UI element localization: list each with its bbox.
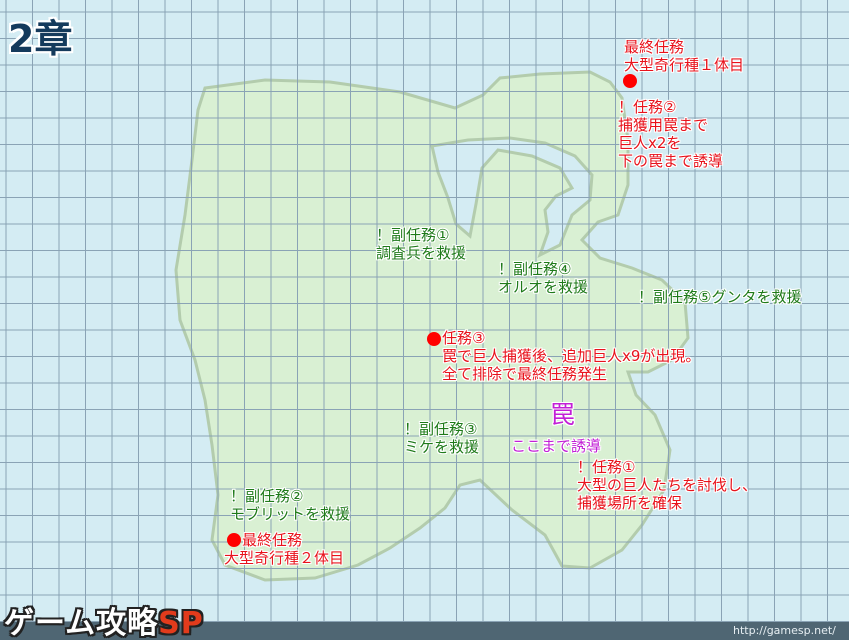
mission-2-label: ！任務② 捕獲用罠まで 巨人x2を 下の罠まで誘導 [618,98,724,170]
sub-mission-3-label: ！副任務③ ミケを救援 [404,420,480,456]
sub-mission-1-label: ！副任務① 調査兵を救援 [376,226,467,262]
sub-mission-5-label: ！副任務⑤グンタを救援 [638,288,802,306]
final-mission-2-label: 最終任務 大型奇行種２体目 [224,531,345,567]
map-stage: { "title": "2章", "logo": {"main": "ゲーム攻略… [0,0,849,640]
logo-accent: SP [158,606,204,640]
site-logo[interactable]: ゲーム攻略SP [4,598,204,640]
sub-mission-2-label: ！副任務② モブリットを救援 [230,487,351,523]
site-url[interactable]: http://gamesp.net/ [733,624,836,637]
mission-3-marker [427,332,441,346]
final-mission-1-label: 最終任務 大型奇行種１体目 [624,38,745,74]
final-mission-1-marker [623,74,637,88]
trap-label: ここまで誘導 [511,437,602,455]
mission-3-label: 任務③ 罠で巨人捕獲後、追加巨人x9が出現。 全て排除で最終任務発生 [442,329,701,383]
sub-mission-4-label: ！副任務④ オルオを救援 [498,260,589,296]
island-map [0,0,849,640]
chapter-title: 2章 [8,17,73,61]
logo-main: ゲーム攻略 [4,606,159,640]
mission-1-label: ！任務① 大型の巨人たちを討伐し、 捕獲場所を確保 [577,458,758,512]
trap-title: 罠 [550,400,576,429]
